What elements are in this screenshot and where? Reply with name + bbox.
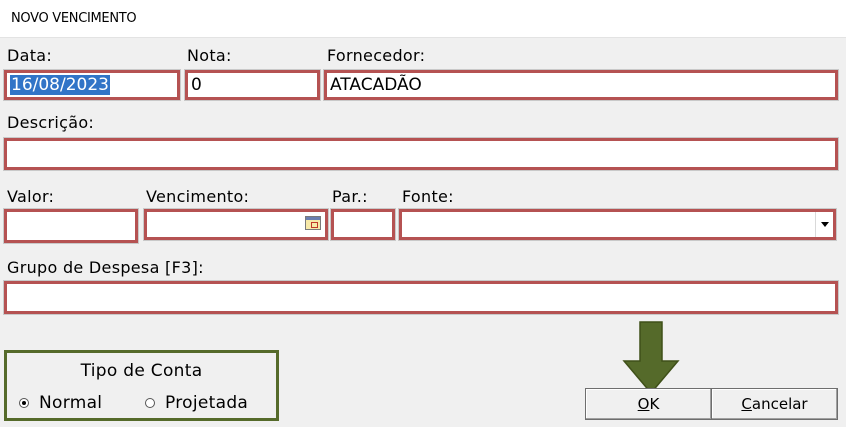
valor-label: Valor: [7, 187, 55, 206]
valor-field[interactable] [3, 208, 139, 244]
grupo-field[interactable] [3, 280, 839, 315]
vencimento-label: Vencimento: [146, 187, 250, 206]
fornecedor-field-value: ATACADÃO [330, 75, 422, 95]
cancel-button-label: Cancelar [741, 395, 808, 413]
chevron-down-icon [820, 222, 829, 227]
fonte-select[interactable] [398, 208, 837, 241]
data-field[interactable]: 16/08/2023 [3, 69, 181, 101]
radio-projetada-label: Projetada [165, 393, 249, 413]
descricao-field[interactable] [3, 137, 839, 171]
ok-button-label: OK [637, 395, 660, 413]
tipo-conta-title: Tipo de Conta [80, 361, 203, 381]
par-field[interactable] [330, 208, 396, 241]
nota-label: Nota: [187, 46, 232, 65]
radio-projetada[interactable]: Projetada [145, 393, 248, 413]
fonte-dropdown-button[interactable] [815, 212, 833, 237]
descricao-label: Descrição: [7, 113, 95, 132]
grupo-label: Grupo de Despesa [F3]: [7, 258, 204, 277]
radio-normal-label: Normal [39, 393, 103, 413]
fornecedor-label: Fornecedor: [327, 46, 426, 65]
fonte-label: Fonte: [402, 187, 454, 206]
fornecedor-field[interactable]: ATACADÃO [323, 69, 839, 101]
nota-field-value: 0 [191, 75, 202, 95]
tipo-conta-group: Tipo de Conta Normal Projetada [4, 350, 279, 421]
radio-projetada-dot[interactable] [145, 398, 155, 408]
data-field-value: 16/08/2023 [10, 75, 110, 95]
calendar-icon[interactable] [305, 216, 321, 230]
window-title: NOVO VENCIMENTO [11, 11, 137, 26]
nota-field[interactable]: 0 [184, 69, 321, 101]
par-label: Par.: [332, 187, 368, 206]
cancel-button[interactable]: Cancelar [711, 388, 838, 420]
radio-normal[interactable]: Normal [19, 393, 102, 413]
radio-normal-dot[interactable] [19, 398, 29, 408]
ok-button[interactable]: OK [585, 388, 712, 420]
down-arrow-icon [622, 321, 680, 395]
vencimento-field[interactable] [143, 208, 329, 241]
title-bar: NOVO VENCIMENTO [0, 0, 846, 38]
data-label: Data: [7, 46, 53, 65]
